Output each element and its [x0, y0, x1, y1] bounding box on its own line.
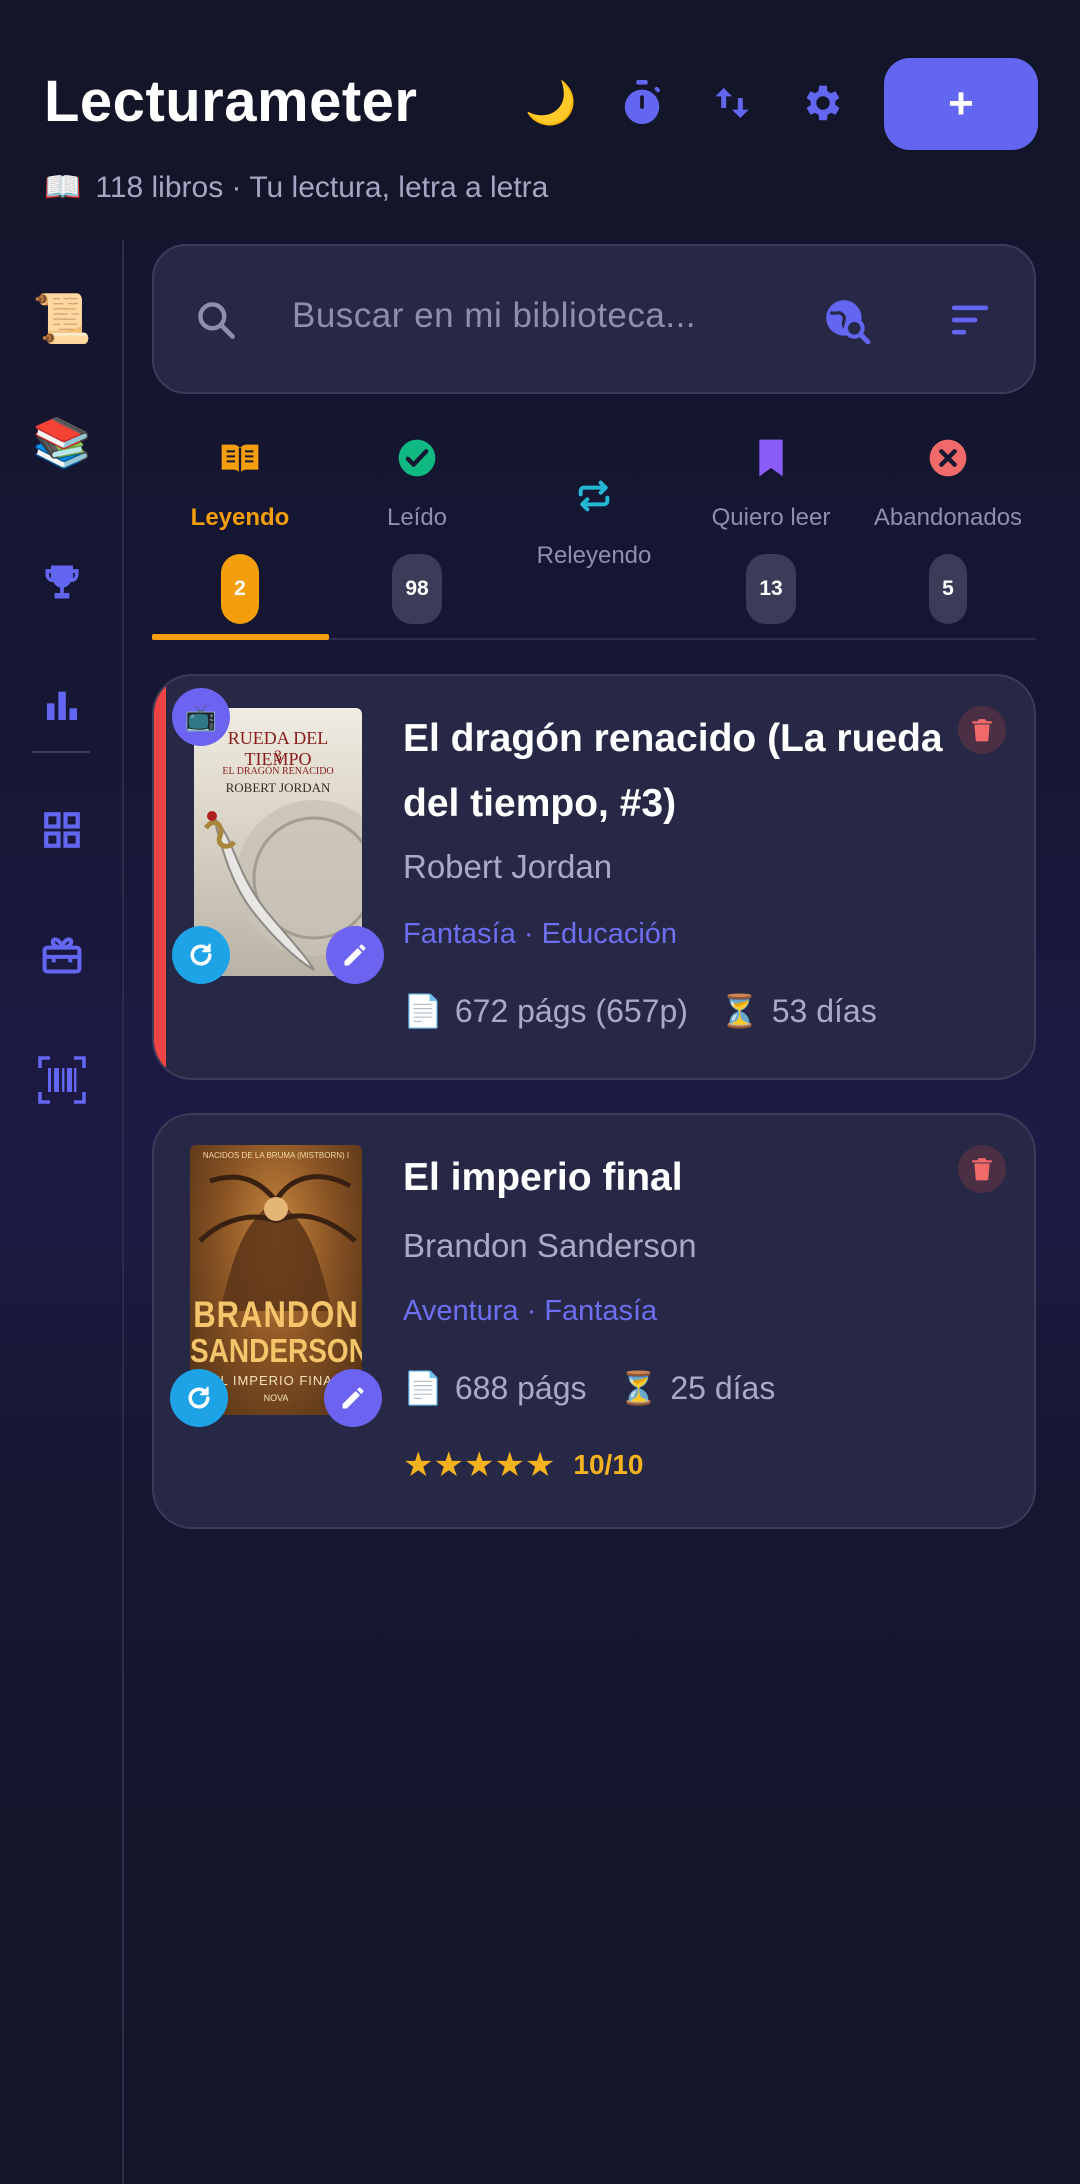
sidebar-divider: [32, 751, 90, 753]
rating-score: 10/10: [573, 1449, 644, 1480]
sort-icon[interactable]: [948, 300, 992, 340]
tab-count-badge: 13: [746, 554, 796, 624]
add-book-button[interactable]: +: [884, 58, 1038, 150]
book-author: Robert Jordan: [403, 848, 613, 885]
delete-button[interactable]: [958, 706, 1006, 754]
open-book-icon: [220, 438, 260, 478]
gear-icon[interactable]: [798, 78, 848, 128]
book-title: El dragón renacido (La rueda del tiempo,…: [403, 717, 943, 825]
pencil-icon: [344, 944, 366, 966]
hourglass-icon: ⏳: [719, 993, 760, 1029]
refresh-icon: [188, 1386, 210, 1409]
book-stats: 📄 688 págs ⏳ 25 días: [403, 1369, 775, 1407]
trash-icon: [972, 719, 992, 742]
scroll-icon: 📜: [32, 292, 92, 346]
edit-button[interactable]: [326, 926, 384, 984]
search-bar: Buscar en mi biblioteca...: [152, 244, 1036, 394]
tab-leido[interactable]: Leído 98: [329, 420, 505, 640]
sidebar-item-collections[interactable]: [30, 798, 94, 862]
book-title: El imperio final: [403, 1156, 683, 1199]
swap-vertical-icon[interactable]: [707, 78, 757, 128]
pencil-icon: [342, 1387, 364, 1409]
reread-button[interactable]: [170, 1369, 228, 1427]
app-header: Lecturameter 🌙 + 📖 118 libros · Tu lectu…: [0, 0, 1080, 240]
book-card[interactable]: RUEDA DEL TIEMPO 3 EL DRAGÓN RENACIDO RO…: [152, 674, 1036, 1080]
status-tabs: Leyendo 2 Leído 98 Releyendo Quiero leer…: [152, 420, 1036, 640]
tab-label: Leído: [386, 504, 448, 531]
x-circle-icon: [928, 438, 968, 478]
book-card[interactable]: NACIDOS DE LA BRUMA (MISTBORN) I BRANDON…: [152, 1113, 1036, 1529]
tab-abandonados[interactable]: Abandonados 5: [860, 420, 1036, 640]
book-genres: Fantasía · Educación: [403, 918, 678, 950]
tab-quiero-leer[interactable]: Quiero leer 13: [683, 420, 859, 640]
sidebar-item-books[interactable]: 📚: [30, 410, 94, 474]
cover-illustration: [198, 1174, 357, 1311]
book-author: Brandon Sanderson: [403, 1227, 697, 1264]
tab-count-badge: 5: [929, 554, 967, 624]
search-input[interactable]: Buscar en mi biblioteca...: [292, 296, 696, 336]
page-count: 672 págs (657p): [454, 992, 688, 1029]
stopwatch-icon[interactable]: [617, 78, 667, 128]
bar-chart-icon: [47, 691, 77, 720]
sidebar-item-scroll[interactable]: 📜: [30, 286, 94, 350]
barcode-scan-icon: [38, 1056, 86, 1104]
sidebar-item-trophy[interactable]: [30, 550, 94, 614]
sidebar-item-gift[interactable]: [30, 923, 94, 987]
active-tab-indicator: [152, 634, 329, 640]
search-icon: [194, 298, 238, 347]
days-reading: 25 días: [670, 1369, 776, 1406]
page-count: 688 págs: [454, 1369, 587, 1406]
tab-count-badge: 2: [221, 554, 259, 624]
trophy-icon: [45, 565, 79, 599]
web-search-icon[interactable]: [822, 296, 872, 346]
tab-leyendo[interactable]: Leyendo 2: [152, 420, 328, 640]
gift-icon: [42, 937, 82, 974]
tab-label: Quiero leer: [711, 504, 831, 531]
tab-label: Releyendo: [536, 542, 652, 569]
tab-label: Abandonados: [873, 504, 1023, 531]
reading-status-bar: [154, 676, 166, 1078]
tv-icon: 📺: [184, 701, 218, 732]
page-icon: 📄: [403, 1370, 443, 1406]
page-icon: 📄: [403, 993, 443, 1029]
book-genres: Aventura · Fantasía: [403, 1295, 658, 1327]
star-rating-icons: ★★★★★: [403, 1446, 556, 1484]
book-stats: 📄 672 págs (657p) ⏳ 53 días: [403, 992, 877, 1030]
sidebar-item-scan[interactable]: [30, 1048, 94, 1112]
sidebar: 📜 📚: [0, 240, 124, 2184]
reread-button[interactable]: [172, 926, 230, 984]
grid-icon: [44, 812, 80, 848]
books-icon: 📚: [32, 416, 92, 470]
app-title: Lecturameter: [44, 69, 418, 134]
library-summary: 📖 118 libros · Tu lectura, letra a letra: [44, 170, 548, 205]
tab-label: Leyendo: [190, 504, 290, 531]
tab-releyendo[interactable]: Releyendo: [506, 420, 682, 640]
trash-icon: [972, 1158, 992, 1181]
delete-button[interactable]: [958, 1145, 1006, 1193]
check-circle-icon: [397, 438, 437, 478]
tab-count-badge: 98: [392, 554, 442, 624]
edit-button[interactable]: [324, 1369, 382, 1427]
tv-badge[interactable]: 📺: [172, 688, 230, 746]
refresh-icon: [190, 943, 212, 966]
repeat-icon: [574, 476, 614, 516]
moon-icon[interactable]: 🌙: [525, 78, 577, 128]
library-summary-text: 118 libros · Tu lectura, letra a letra: [95, 170, 549, 204]
book-rating: ★★★★★ 10/10: [403, 1445, 643, 1485]
sidebar-item-statistics[interactable]: [30, 673, 94, 737]
days-reading: 53 días: [771, 992, 877, 1029]
bookmark-icon: [751, 438, 791, 478]
hourglass-icon: ⏳: [618, 1370, 659, 1406]
open-book-icon: 📖: [44, 171, 82, 204]
